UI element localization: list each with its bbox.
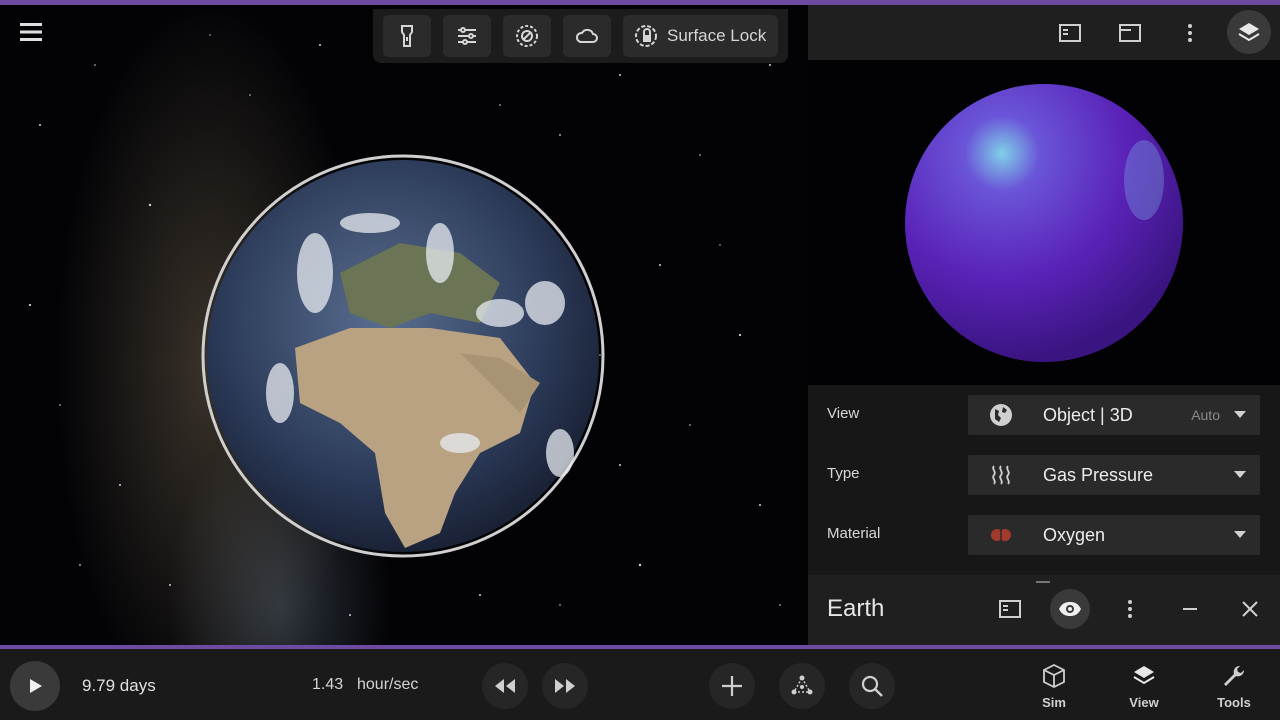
rewind-button[interactable] — [482, 663, 528, 709]
panel-more-button[interactable] — [1170, 13, 1210, 53]
play-icon — [30, 679, 42, 693]
play-button[interactable] — [10, 661, 60, 711]
type-label: Type — [827, 465, 860, 482]
nav-view[interactable]: View — [1114, 661, 1174, 719]
view-dropdown[interactable]: Object | 3D Auto — [968, 395, 1260, 435]
earth-globe[interactable] — [200, 153, 606, 559]
globe-icon — [990, 404, 1012, 426]
network-button[interactable] — [779, 663, 825, 709]
viewport-toolbar: Surface Lock — [373, 9, 788, 63]
network-icon — [791, 675, 813, 695]
chevron-down-icon — [1234, 531, 1246, 538]
more-vert-icon — [1188, 24, 1192, 42]
type-dropdown[interactable]: Gas Pressure — [968, 455, 1260, 495]
view-value: Object | 3D — [1043, 405, 1133, 425]
nav-sim[interactable]: Sim — [1024, 661, 1084, 719]
nav-sim-label: Sim — [1042, 695, 1066, 710]
panel-left-icon — [1059, 24, 1081, 42]
material-dropdown[interactable]: Oxygen — [968, 515, 1260, 555]
object-more-button[interactable] — [1110, 589, 1150, 629]
surface-lock-label: Surface Lock — [667, 26, 767, 45]
filters-button[interactable] — [443, 15, 491, 57]
layers-icon — [1133, 666, 1155, 685]
material-row: Material Oxygen — [808, 505, 1280, 565]
eye-icon — [1059, 602, 1081, 616]
clouds-button[interactable] — [563, 15, 611, 57]
view-row: View Object | 3D Auto — [808, 385, 1280, 445]
panel-dock-button[interactable] — [1050, 13, 1090, 53]
preview-sphere — [905, 84, 1183, 362]
cube-icon — [1043, 663, 1065, 689]
more-vert-icon — [1128, 600, 1132, 618]
side-panel: View Object | 3D Auto Type Gas Pressure … — [808, 5, 1280, 645]
search-button[interactable] — [849, 663, 895, 709]
fast-forward-button[interactable] — [542, 663, 588, 709]
surface-lock-button[interactable]: Surface Lock — [623, 15, 778, 57]
rewind-icon — [495, 679, 515, 693]
visibility-toggle[interactable] — [1050, 589, 1090, 629]
time-rate-value[interactable]: 1.43 — [312, 676, 343, 694]
close-button[interactable] — [1230, 589, 1270, 629]
chevron-down-icon — [1234, 471, 1246, 478]
search-icon — [861, 675, 883, 697]
nav-view-label: View — [1129, 695, 1159, 710]
flashlight-button[interactable] — [383, 15, 431, 57]
flashlight-icon — [401, 25, 413, 47]
simulation-viewport[interactable]: Surface Lock — [0, 5, 808, 645]
minimize-icon — [1183, 608, 1197, 610]
panel-toolbar — [808, 5, 1280, 60]
heat-waves-icon — [992, 465, 1010, 485]
object-bar: Earth — [808, 575, 1280, 645]
wrench-icon — [1224, 665, 1245, 686]
sliders-icon — [458, 27, 476, 45]
layers-button[interactable] — [1227, 10, 1271, 54]
panel-left-icon — [999, 600, 1021, 618]
layers-icon — [1238, 23, 1260, 42]
type-value: Gas Pressure — [1043, 465, 1154, 485]
panel-window-button[interactable] — [1110, 13, 1150, 53]
object-preview[interactable] — [808, 60, 1280, 385]
fast-forward-icon — [555, 679, 575, 693]
object-details-button[interactable] — [990, 589, 1030, 629]
view-label: View — [827, 405, 860, 422]
view-auto-label: Auto — [1191, 407, 1220, 423]
orbit-target-icon — [516, 25, 538, 47]
cloud-icon — [575, 28, 598, 43]
close-icon — [1242, 601, 1258, 617]
material-label: Material — [827, 525, 881, 542]
drag-handle[interactable] — [1036, 581, 1050, 583]
orbit-target-button[interactable] — [503, 15, 551, 57]
type-row: Type Gas Pressure — [808, 445, 1280, 505]
nav-tools-label: Tools — [1217, 695, 1251, 710]
plus-icon — [722, 676, 742, 696]
menu-button[interactable] — [18, 19, 44, 45]
surface-lock-icon — [635, 25, 657, 47]
oxygen-pill-icon — [991, 529, 1011, 541]
panel-window-icon — [1119, 24, 1141, 42]
elapsed-time: 9.79 days — [82, 676, 156, 695]
hamburger-icon — [20, 23, 42, 41]
time-rate-unit[interactable]: hour/sec — [357, 676, 418, 694]
material-value: Oxygen — [1043, 525, 1106, 545]
nav-tools[interactable]: Tools — [1204, 661, 1264, 719]
minimize-button[interactable] — [1170, 589, 1210, 629]
bottom-bar: 9.79 days 1.43 hour/sec Sim View Tools — [0, 649, 1280, 720]
object-name: Earth — [827, 595, 885, 622]
chevron-down-icon — [1234, 411, 1246, 418]
add-object-button[interactable] — [709, 663, 755, 709]
